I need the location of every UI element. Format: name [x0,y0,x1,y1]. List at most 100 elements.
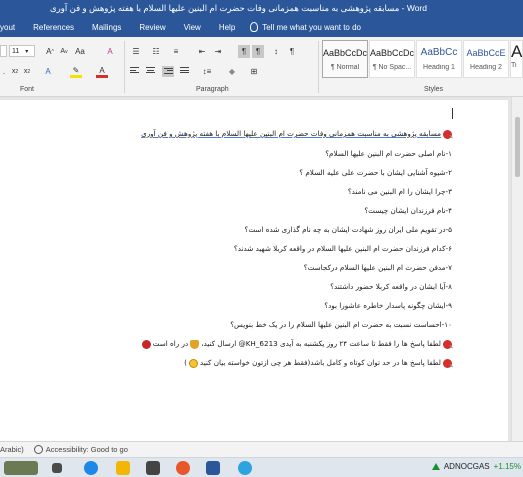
stock-widget[interactable]: ADNOCGAS +1.15% [431,462,521,471]
style-sample: AaBbCc [420,47,458,58]
question-10: ۱۰-احساست نسبت به حضرت ام البنین علیها ا… [230,320,452,329]
tell-me-search[interactable]: Tell me what you want to do [244,22,361,32]
numbering-button[interactable]: ☷ [150,45,162,58]
style-sample: AaBbCcDc [370,48,414,58]
superscript-button[interactable]: x2 [22,65,32,78]
question-7: ۷-مدفن حضرت ام البنین علیها السلام درکجا… [303,263,452,272]
borders-button[interactable]: ⊞ [248,65,260,78]
style-no-spacing[interactable]: AaBbCcDc ¶ No Spac... [369,40,415,78]
question-3: ۳-چرا ایشان را ام البنین می نامند؟ [347,187,452,196]
rtl-direction-button[interactable]: ¶ [252,45,264,58]
ltr-direction-button[interactable]: ¶ [238,45,250,58]
multilevel-list-button[interactable]: ≡ [170,45,182,58]
subscript-button[interactable]: x2 [10,65,20,78]
text-effects-button[interactable]: A [42,65,54,78]
style-title[interactable]: Aa Ti [510,40,523,78]
styles-group-label: Styles [424,86,444,93]
change-case-button[interactable]: Aa [74,45,86,58]
show-formatting-marks-button[interactable]: ¶ [286,45,298,58]
tab-view[interactable]: View [175,23,210,32]
tab-help[interactable]: Help [210,23,244,32]
pushpin-icon [443,358,452,368]
style-normal[interactable]: AaBbCcDc ¶ Normal [322,40,368,78]
increase-indent-button[interactable]: ⇥ [212,45,224,58]
doc-title: مسابقه پژوهشی به مناسبت همزمانی وفات حضر… [141,129,441,138]
shrink-font-button[interactable]: Av [58,45,70,58]
shading-button[interactable]: ◆ [226,65,238,78]
style-sample: Aa [511,42,522,61]
clear-formatting-icon[interactable]: A [104,45,116,58]
lightbulb-icon [250,22,259,32]
align-left-icon[interactable] [130,67,139,75]
scrollbar-thumb[interactable] [515,117,520,177]
instruction-text: لطفا پاسخ ها را فقط تا ساعت ۲۴ روز یکشنب… [201,339,441,348]
accessibility-icon [33,445,43,454]
vertical-scrollbar[interactable] [511,97,523,441]
question-8: ۸-آیا ایشان در واقعه کربلا حضور داشتند؟ [330,282,452,291]
widgets-thumbnail[interactable] [4,461,38,475]
mail-icon[interactable] [146,461,160,475]
question-4: ۴-نام فرزندان ایشان چیست؟ [364,206,452,215]
grow-font-button[interactable]: A ^ [44,45,56,58]
style-name: Heading 1 [423,64,455,71]
sort-button[interactable]: ↕ [270,45,282,58]
justify-icon[interactable] [180,67,189,75]
firefox-icon[interactable] [176,461,190,475]
accessibility-status[interactable]: Accessibility: Good to go [33,445,128,454]
instruction-line-1: لطفا پاسخ ها را فقط تا ساعت ۲۴ روز یکشنب… [140,339,452,349]
decrease-indent-button[interactable]: ⇤ [196,45,208,58]
tab-review[interactable]: Review [130,23,174,32]
question-1: ۱-نام اصلی حضرت ام البنین علیها السلام؟ [325,149,452,158]
paragraph-group-label: Paragraph [196,86,229,93]
file-explorer-icon[interactable] [116,461,130,475]
font-color-button[interactable]: A [96,65,108,78]
document-line: مسابقه پژوهشی به مناسبت همزمانی وفات حضر… [141,129,452,139]
status-bar: Arabic) Accessibility: Good to go [0,441,523,457]
instruction-text: لطفا پاسخ ها در حد توان کوتاه و کامل باش… [199,358,441,367]
style-name: ¶ Normal [330,64,360,71]
up-arrow-icon [431,463,440,470]
tab-mailings[interactable]: Mailings [83,23,130,32]
style-name: Heading 2 [470,64,502,71]
language-indicator[interactable]: Arabic) [0,445,24,454]
taskbar: ADNOCGAS +1.15% [0,457,523,477]
line-spacing-button[interactable]: ↕≡ [200,65,214,78]
style-heading-1[interactable]: AaBbCc Heading 1 [416,40,462,78]
align-center-icon[interactable] [146,67,155,75]
word-app-icon[interactable] [206,461,220,475]
document-page[interactable]: مسابقه پژوهشی به مناسبت همزمانی وفات حضر… [0,100,508,441]
style-sample: AaBbCcDc [323,48,367,58]
text-cursor [452,108,453,119]
accessibility-text: Accessibility: Good to go [45,445,128,454]
closing-paren: ) [184,358,187,367]
tab-layout[interactable]: yout [0,23,24,32]
bullets-button[interactable]: ☰ [130,45,142,58]
edge-browser-icon[interactable] [84,461,98,475]
pushpin-icon [443,129,452,139]
stock-change: +1.15% [493,462,521,471]
question-6: ۶-کدام فرزندان حضرت ام البنین علیها السل… [233,244,452,253]
instruction-text-tail: در راه است [152,339,189,348]
instruction-line-2: لطفا پاسخ ها در حد توان کوتاه و کامل باش… [184,358,452,368]
internet-explorer-icon[interactable] [238,461,252,475]
ribbon: 11 ▾ A ^ Av Aa A . x2 x2 A ✎ A Font ☰ ☷ ≡… [0,37,523,97]
group-divider [124,41,125,93]
font-size-dropdown[interactable]: 11 ▾ [9,45,35,57]
question-2: ۲-شیوه آشنایی ایشان با حضرت علی علیه الس… [299,168,452,177]
style-sample: AaBbCcE [466,48,506,58]
stock-symbol: ADNOCGAS [443,462,490,471]
tab-references[interactable]: References [24,23,83,32]
highlight-color-button[interactable]: ✎ [70,65,82,78]
question-9: ۹-ایشان چگونه پاسدار خاطره عاشورا بود؟ [324,301,452,310]
tell-me-text: Tell me what you want to do [262,22,361,32]
title-bar: مسابقه پژوهشی به مناسبت همزمانی وفات حضر… [0,0,523,17]
font-name-dropdown[interactable] [0,45,7,57]
rose-icon [141,339,151,349]
window-title: مسابقه پژوهشی به مناسبت همزمانی وفات حضر… [50,3,427,13]
trophy-icon [190,339,200,349]
style-heading-2[interactable]: AaBbCcE Heading 2 [463,40,509,78]
align-right-icon[interactable] [162,66,174,77]
strikethrough-button[interactable]: . [0,65,8,78]
task-view-icon[interactable] [52,463,62,473]
chevron-down-icon: ▾ [25,48,29,55]
